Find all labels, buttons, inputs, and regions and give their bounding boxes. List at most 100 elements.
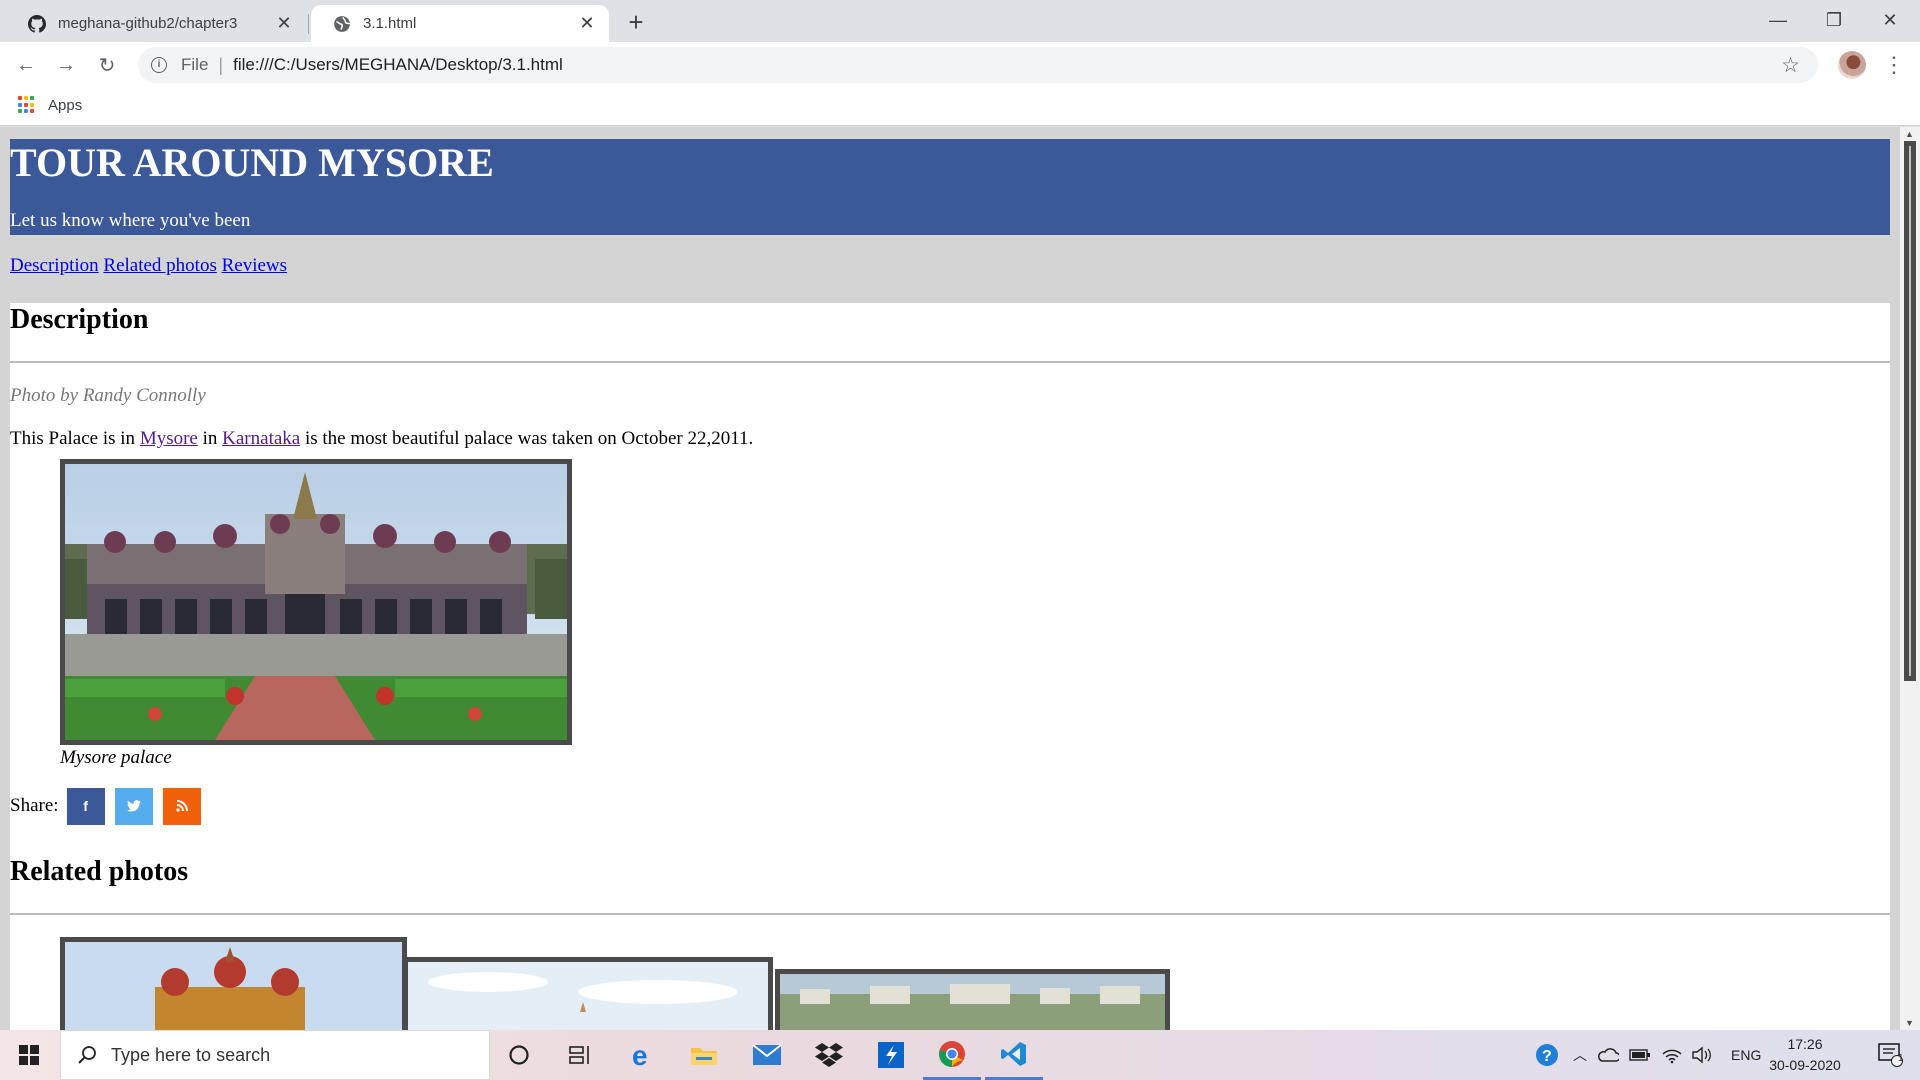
action-center-button[interactable]: 1 [1862,1030,1920,1080]
volume-icon[interactable] [1691,1046,1713,1064]
page-scrollbar[interactable]: ▲ ▼ [1900,127,1920,1030]
facebook-icon: f [83,798,88,814]
nav-link-related-photos[interactable]: Related photos [103,255,216,276]
svg-text:?: ? [1542,1048,1552,1065]
site-nav: Description Related photos Reviews [10,235,1890,303]
tab-strip: meghana-github2/chapter3 ✕ 3.1.html ✕ + … [0,0,1920,42]
search-icon [78,1046,96,1064]
cortana-button[interactable] [490,1030,548,1080]
windows-icon [19,1045,39,1065]
battery-icon[interactable] [1629,1048,1651,1062]
svg-text:e: e [632,1041,648,1069]
browser-menu-icon[interactable]: ⋮ [1882,50,1906,80]
rss-icon [175,800,188,812]
forward-button[interactable]: → [50,49,82,81]
section-divider [10,361,1890,363]
apps-shortcut[interactable]: Apps [18,96,82,114]
page-viewport: TOUR AROUND MYSORE Let us know where you… [0,127,1900,1030]
show-hidden-icons-chevron-icon[interactable]: ︿ [1573,1045,1587,1065]
mysore-link[interactable]: Mysore [140,428,198,449]
nav-link-description[interactable]: Description [10,255,99,276]
taskbar-search[interactable]: Type here to search [60,1030,490,1080]
site-title: TOUR AROUND MYSORE [10,140,494,185]
nav-link-reviews[interactable]: Reviews [222,255,287,276]
figure-caption: Mysore palace [60,747,172,768]
language-indicator[interactable]: ENG [1731,1047,1761,1063]
share-bar: Share: f [10,785,1890,827]
start-button[interactable] [0,1030,58,1080]
related-photos-heading: Related photos [10,856,189,887]
dropbox-icon [815,1043,843,1067]
tab-title: 3.1.html [363,15,417,32]
task-view-icon [569,1046,589,1064]
onedrive-icon[interactable] [1597,1046,1619,1064]
photo-credit: Photo by Randy Connolly [10,385,206,406]
profile-avatar[interactable] [1838,51,1866,79]
tab-divider [308,14,309,34]
azure-data-studio-app[interactable] [862,1030,920,1080]
taskbar-search-placeholder: Type here to search [111,1044,271,1065]
scrollbar-thumb[interactable] [1904,141,1916,681]
page-body: TOUR AROUND MYSORE Let us know where you… [10,139,1890,1030]
main-content: Description Photo by Randy Connolly This… [10,303,1890,1030]
related-photo-1[interactable] [60,937,407,1030]
wifi-icon[interactable] [1661,1046,1683,1064]
desc-text-2: in [197,428,223,449]
palace-tower-illustration [65,942,402,1030]
mysore-palace-photo [60,459,572,745]
close-tab-icon[interactable]: ✕ [274,13,294,34]
related-photos-gallery [10,937,1890,1030]
tab-active-page[interactable]: 3.1.html ✕ [311,5,609,42]
info-icon[interactable]: i [151,57,167,73]
clock-time: 17:26 [1787,1036,1823,1052]
address-scheme-label: File [181,55,209,74]
globe-icon [334,15,351,32]
minimize-button[interactable]: — [1750,0,1806,40]
apps-grid-icon [18,96,36,114]
chrome-app[interactable] [923,1030,981,1080]
edge-app[interactable]: e [614,1030,672,1080]
desc-text-3: is the most beautiful palace was taken o… [300,428,754,449]
reload-button[interactable]: ↻ [91,49,123,81]
restore-button[interactable]: ❐ [1806,0,1862,40]
address-url[interactable]: file:///C:/Users/MEGHANA/Desktop/3.1.htm… [233,55,563,75]
related-photo-3[interactable] [775,969,1170,1030]
tab-github[interactable]: meghana-github2/chapter3 ✕ [6,5,306,42]
back-button[interactable]: ← [10,49,42,81]
city-view-illustration [780,974,1165,1030]
facebook-share-button[interactable]: f [66,787,105,825]
help-icon[interactable]: ? [1535,1043,1559,1067]
scroll-down-arrow-icon[interactable]: ▼ [1905,1018,1914,1028]
address-separator: | [218,54,224,75]
github-icon [28,14,46,33]
description-heading: Description [10,304,149,335]
scroll-up-arrow-icon[interactable]: ▲ [1905,129,1914,139]
taskbar-clock[interactable]: 17:26 30-09-2020 [1760,1034,1850,1076]
bookmark-star-icon[interactable]: ☆ [1781,53,1800,78]
notification-count: 1 [1898,1053,1904,1064]
file-explorer-app[interactable] [675,1030,733,1080]
related-photo-2[interactable] [403,957,773,1030]
new-tab-button[interactable]: + [622,7,650,37]
close-window-button[interactable]: ✕ [1862,0,1918,40]
site-tagline: Let us know where you've been [10,210,251,231]
vscode-app[interactable] [985,1030,1043,1080]
dropbox-app[interactable] [800,1030,858,1080]
address-bar[interactable]: i File | file:///C:/Users/MEGHANA/Deskto… [138,47,1818,83]
palace-illustration [65,464,567,740]
twitter-icon [126,800,141,812]
section-divider [10,913,1890,915]
karnataka-link[interactable]: Karnataka [222,428,300,449]
edge-icon: e [632,1041,648,1069]
close-tab-icon[interactable]: ✕ [577,13,597,34]
task-view-button[interactable] [551,1030,609,1080]
mail-app[interactable] [738,1030,796,1080]
lightning-app-icon [878,1042,904,1068]
palace-figure: Mysore palace [60,459,572,785]
chrome-icon [939,1040,965,1067]
twitter-share-button[interactable] [114,787,153,825]
share-label: Share: [10,795,59,816]
sky-illustration [408,962,768,1030]
rss-share-button[interactable] [162,787,201,825]
cortana-icon [509,1045,529,1065]
